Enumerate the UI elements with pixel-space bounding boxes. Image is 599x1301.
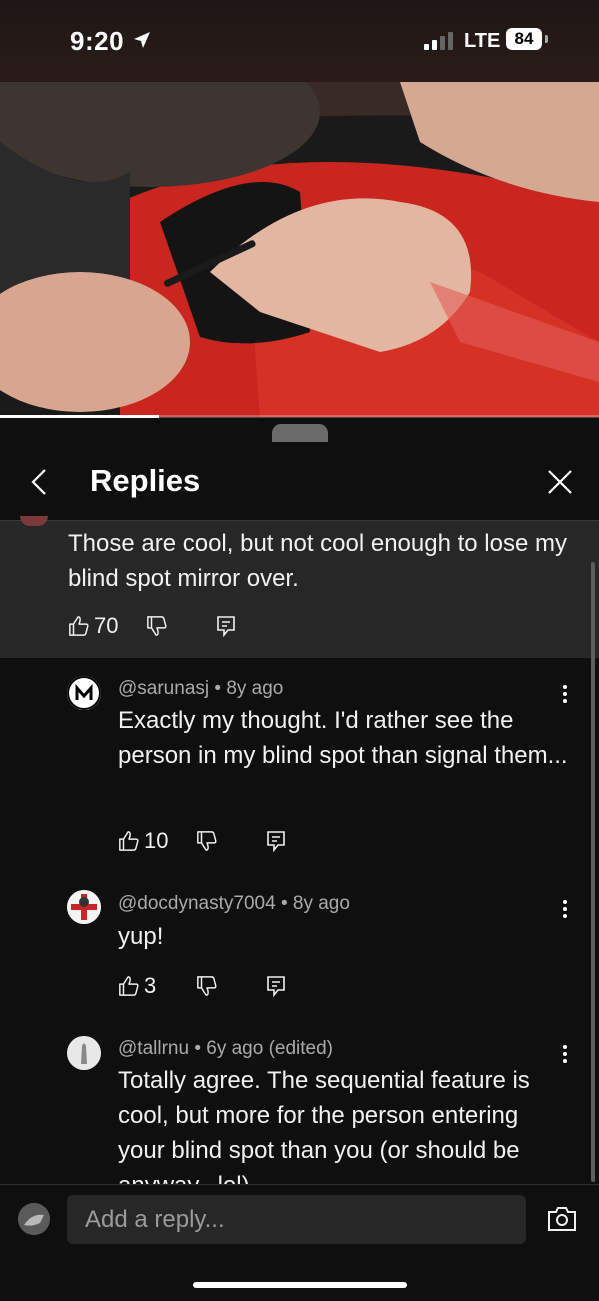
reply-meta: @docdynasty7004 • 8y ago xyxy=(118,893,350,914)
thumbs-up-icon xyxy=(69,616,89,636)
page-title: Replies xyxy=(90,463,201,498)
reply-reply-button reply-icon[interactable] xyxy=(266,975,286,997)
status-bar: 9:20 LTE 84 xyxy=(0,0,599,82)
battery-level: 84 xyxy=(506,28,542,50)
more-options-button more-vertical-icon[interactable] xyxy=(558,898,572,918)
avatar xyxy=(18,1203,50,1235)
avatar-image xyxy=(67,1036,101,1070)
avatar[interactable] xyxy=(67,890,101,924)
reply-time: 8y ago xyxy=(226,678,284,699)
cellular-signal-icon xyxy=(424,32,453,50)
parent-like-button[interactable]: 70 xyxy=(68,613,118,639)
reply-like-button[interactable]: 3 xyxy=(118,973,156,999)
back-button chevron-left-icon[interactable] xyxy=(24,466,56,498)
home-indicator[interactable] xyxy=(193,1282,407,1288)
reply-author[interactable]: @tallrnu xyxy=(118,1038,189,1059)
more-options-button more-vertical-icon[interactable] xyxy=(558,683,572,703)
drag-handle[interactable] xyxy=(272,424,328,442)
avatar-image xyxy=(67,676,101,710)
reply-like-count: 3 xyxy=(144,973,157,998)
reply-text: Totally agree. The sequential feature is… xyxy=(118,1067,530,1199)
parent-dislike-button thumbs-down-icon[interactable] xyxy=(146,615,168,637)
status-time: 9:20 xyxy=(70,26,125,56)
reply-like-button[interactable]: 10 xyxy=(118,828,168,854)
video-player[interactable] xyxy=(0,82,599,417)
parent-comment-text: Those are cool, but not cool enough to l… xyxy=(68,530,567,592)
close-button close-icon[interactable] xyxy=(544,466,576,498)
video-progress-bar[interactable] xyxy=(0,415,599,418)
reply-meta: @tallrnu • 6y ago (edited) xyxy=(118,1038,334,1059)
video-frame xyxy=(0,82,599,417)
more-options-button more-vertical-icon[interactable] xyxy=(558,1043,572,1063)
parent-like-count: 70 xyxy=(94,613,119,638)
thumbs-up-icon xyxy=(119,976,139,996)
reply-reply-button reply-icon[interactable] xyxy=(266,830,286,852)
reply-input[interactable] xyxy=(67,1195,526,1244)
avatar[interactable] xyxy=(67,1036,101,1070)
location-arrow-icon xyxy=(134,32,150,48)
avatar[interactable] xyxy=(67,676,101,710)
network-type: LTE xyxy=(464,30,501,52)
reply-author[interactable]: @docdynasty7004 xyxy=(118,893,276,914)
reply-time: 8y ago xyxy=(292,893,350,914)
reply-text: Exactly my thought. I'd rather see the p… xyxy=(118,707,568,769)
reply-text: yup! xyxy=(118,923,164,950)
video-progress-fill xyxy=(0,415,159,418)
parent-reply-button reply-icon[interactable] xyxy=(216,615,236,637)
battery-tip xyxy=(545,35,548,43)
avatar-image xyxy=(67,890,101,924)
camera-button camera-icon[interactable] xyxy=(546,1204,578,1234)
reply-time: 6y ago (edited) xyxy=(206,1038,334,1059)
scrollbar[interactable] xyxy=(591,562,595,1182)
thumbs-up-icon xyxy=(119,831,139,851)
reply-author[interactable]: @sarunasj xyxy=(118,678,209,699)
avatar-image xyxy=(18,1203,50,1235)
reply-meta: @sarunasj • 8y ago xyxy=(118,678,284,699)
reply-dislike-button thumbs-down-icon[interactable] xyxy=(196,975,218,997)
reply-like-count: 10 xyxy=(144,828,169,853)
reply-dislike-button thumbs-down-icon[interactable] xyxy=(196,830,218,852)
